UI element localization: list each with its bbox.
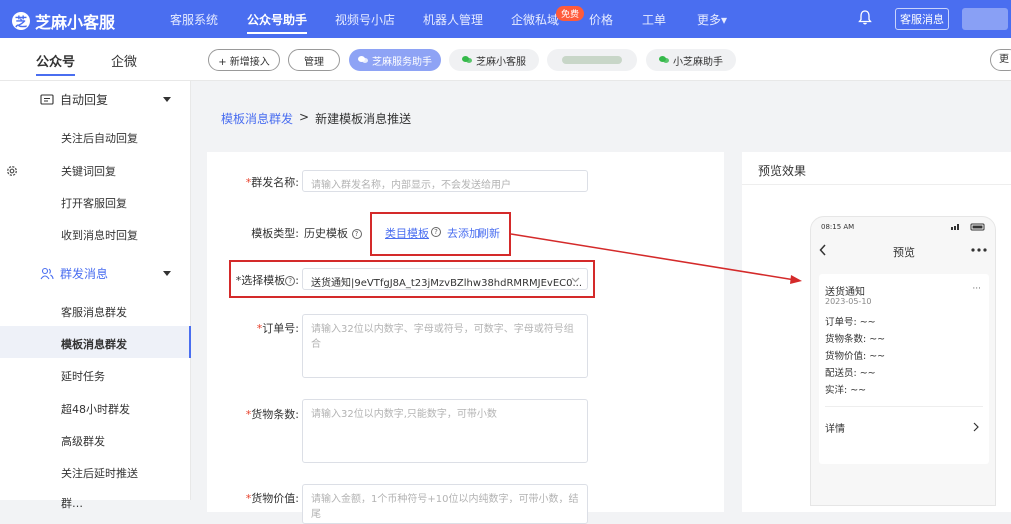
gear-icon[interactable] xyxy=(5,164,19,178)
account-pill-4[interactable]: 小芝麻助手 xyxy=(646,49,736,71)
message-square-icon xyxy=(40,93,54,105)
status-time: 08:15 AM xyxy=(821,223,855,231)
top-nav-bar: 芝 芝麻小客服 客服系统 公众号助手 视频号小店 机器人管理 企微私域 免费 价… xyxy=(0,0,1011,38)
field-label-order: *订单号: xyxy=(256,322,299,335)
message-title: 送货通知 xyxy=(825,287,865,298)
form-card: *群发名称: 请输入群发名称，内部显示，不会发送给用户 模板类型: 历史模板 ?… xyxy=(207,152,724,524)
wechat-icon xyxy=(659,56,669,64)
highlight-box-template xyxy=(229,260,595,298)
wechat-icon xyxy=(358,56,368,64)
sidebar-item-over48h[interactable]: 超48小时群发 xyxy=(61,401,130,417)
tab-wecom[interactable]: 企微 xyxy=(111,51,137,70)
nav-robot-management[interactable]: 机器人管理 xyxy=(423,11,483,28)
phone-nav-title: 预览 xyxy=(893,246,915,259)
template-message-card: 送货通知 ··· 2023-05-10 订单号: ~~ 货物条数: ~~ 货物价… xyxy=(819,274,989,464)
phone-preview: 08:15 AM 预览 送货通知 ··· 2023-05-10 订单号: ~~ … xyxy=(810,216,996,506)
message-detail-link[interactable]: 详情 xyxy=(825,420,845,435)
sidebar-item-follow-reply[interactable]: 关注后自动回复 xyxy=(61,130,138,146)
account-pill-label: 芝麻服务助手 xyxy=(372,56,432,68)
account-pill-active[interactable]: 芝麻服务助手 xyxy=(349,49,441,71)
account-switch-bar: 公众号 企微 + 新增接入 管理 芝麻服务助手 芝麻小客服 小芝麻助手 更 xyxy=(0,38,1011,81)
breadcrumb-parent-link[interactable]: 模板消息群发 xyxy=(221,110,293,127)
sidebar-group-label: 自动回复 xyxy=(60,93,109,107)
sidebar-group-mass-message[interactable]: 群发消息 xyxy=(40,265,108,282)
message-more-icon[interactable]: ··· xyxy=(972,284,981,294)
bell-icon[interactable] xyxy=(858,10,872,25)
message-field: 货物条数: ~~ xyxy=(825,334,886,345)
sidebar-item-template-mass[interactable]: 模板消息群发 xyxy=(61,336,127,352)
chevron-right-icon[interactable] xyxy=(973,422,979,432)
chevron-down-icon[interactable] xyxy=(163,97,171,102)
more-dots-icon[interactable] xyxy=(971,248,987,252)
sidebar-group-auto-reply[interactable]: 自动回复 xyxy=(40,91,108,108)
nav-wecom-private[interactable]: 企微私域 xyxy=(511,11,559,28)
preview-title: 预览效果 xyxy=(758,164,807,178)
field-label-type: 模板类型: xyxy=(251,227,299,240)
service-message-button[interactable]: 客服消息 xyxy=(895,8,949,30)
nav-customer-service[interactable]: 客服系统 xyxy=(170,11,218,28)
goods-count-textarea[interactable]: 请输入32位以内数字,只能数字，可带小数 xyxy=(302,399,588,463)
name-input[interactable]: 请输入群发名称，内部显示，不会发送给用户 xyxy=(302,170,588,192)
nav-tickets[interactable]: 工单 xyxy=(642,11,666,28)
chevron-down-icon[interactable] xyxy=(163,271,171,276)
users-icon xyxy=(40,267,54,280)
nav-pricing[interactable]: 价格 xyxy=(589,11,613,28)
account-pill-2[interactable]: 芝麻小客服 xyxy=(449,49,539,71)
highlight-box-type xyxy=(370,212,511,256)
message-field: 配送员: ~~ xyxy=(825,368,876,379)
nav-more[interactable]: 更多▾ xyxy=(697,11,727,28)
nav-official-account-assistant[interactable]: 公众号助手 xyxy=(247,11,308,34)
tab-official-account[interactable]: 公众号 xyxy=(36,51,76,76)
sidebar-item-follow-delay-push[interactable]: 关注后延时推送 xyxy=(61,465,138,481)
manage-button[interactable]: 管理 xyxy=(288,49,340,71)
wechat-icon xyxy=(462,56,472,64)
message-field: 实洋: ~~ xyxy=(825,385,867,396)
user-avatar-blurred[interactable] xyxy=(962,8,1008,30)
account-pill-label: 芝麻小客服 xyxy=(476,56,526,68)
sidebar-item-advanced-mass[interactable]: 高级群发 xyxy=(61,433,105,449)
status-bar-icons xyxy=(951,223,985,231)
message-field: 货物价值: ~~ xyxy=(825,351,886,362)
message-date: 2023-05-10 xyxy=(825,297,872,306)
sidebar-item-delay-task[interactable]: 延时任务 xyxy=(61,368,105,384)
order-number-textarea[interactable]: 请输入32位以内数字、字母或符号，可数字、字母或符号组合 xyxy=(302,314,588,378)
breadcrumb-current: 新建模板消息推送 xyxy=(315,112,412,126)
divider xyxy=(825,406,983,407)
sidebar: 自动回复 关注后自动回复 关键词回复 打开客服回复 收到消息时回复 群发消息 客… xyxy=(0,81,191,510)
sidebar-item-service-mass[interactable]: 客服消息群发 xyxy=(61,304,127,320)
blurred-label xyxy=(562,56,622,64)
more-accounts-button[interactable]: 更 xyxy=(990,49,1011,71)
sidebar-item-open-service-reply[interactable]: 打开客服回复 xyxy=(61,195,127,211)
account-pill-3-blurred[interactable] xyxy=(547,49,637,71)
back-arrow-icon[interactable] xyxy=(819,244,827,256)
sidebar-group-label: 群发消息 xyxy=(60,267,109,281)
message-field: 订单号: ~~ xyxy=(825,317,876,328)
goods-value-textarea[interactable]: 请输入金额，1个币种符号+10位以内纯数字，可带小数，结尾 xyxy=(302,484,588,524)
sidebar-item-keyword-reply[interactable]: 关键词回复 xyxy=(61,163,116,179)
field-label-price: *货物价值: xyxy=(245,492,299,505)
main-content: 模板消息群发 > 新建模板消息推送 *群发名称: 请输入群发名称，内部显示，不会… xyxy=(191,81,1011,524)
field-label-count: *货物条数: xyxy=(245,408,299,421)
sidebar-item-message-reply[interactable]: 收到消息时回复 xyxy=(61,227,138,243)
sesame-logo-icon: 芝 xyxy=(12,12,30,30)
nav-video-store[interactable]: 视频号小店 xyxy=(335,11,395,28)
add-account-button[interactable]: + 新增接入 xyxy=(208,49,280,71)
help-icon[interactable]: ? xyxy=(351,229,362,239)
sidebar-item-group[interactable]: 群… xyxy=(61,495,83,511)
account-pill-label: 小芝麻助手 xyxy=(673,56,723,68)
divider xyxy=(742,184,1011,185)
free-badge: 免费 xyxy=(556,6,585,21)
brand-logo[interactable]: 芝 芝麻小客服 xyxy=(12,9,115,33)
breadcrumb: 模板消息群发 > 新建模板消息推送 xyxy=(221,110,411,127)
template-type-history[interactable]: 历史模板 ? xyxy=(304,225,362,241)
brand-name: 芝麻小客服 xyxy=(35,13,116,32)
breadcrumb-separator: > xyxy=(299,110,310,124)
field-label-name: *群发名称: xyxy=(245,176,299,189)
